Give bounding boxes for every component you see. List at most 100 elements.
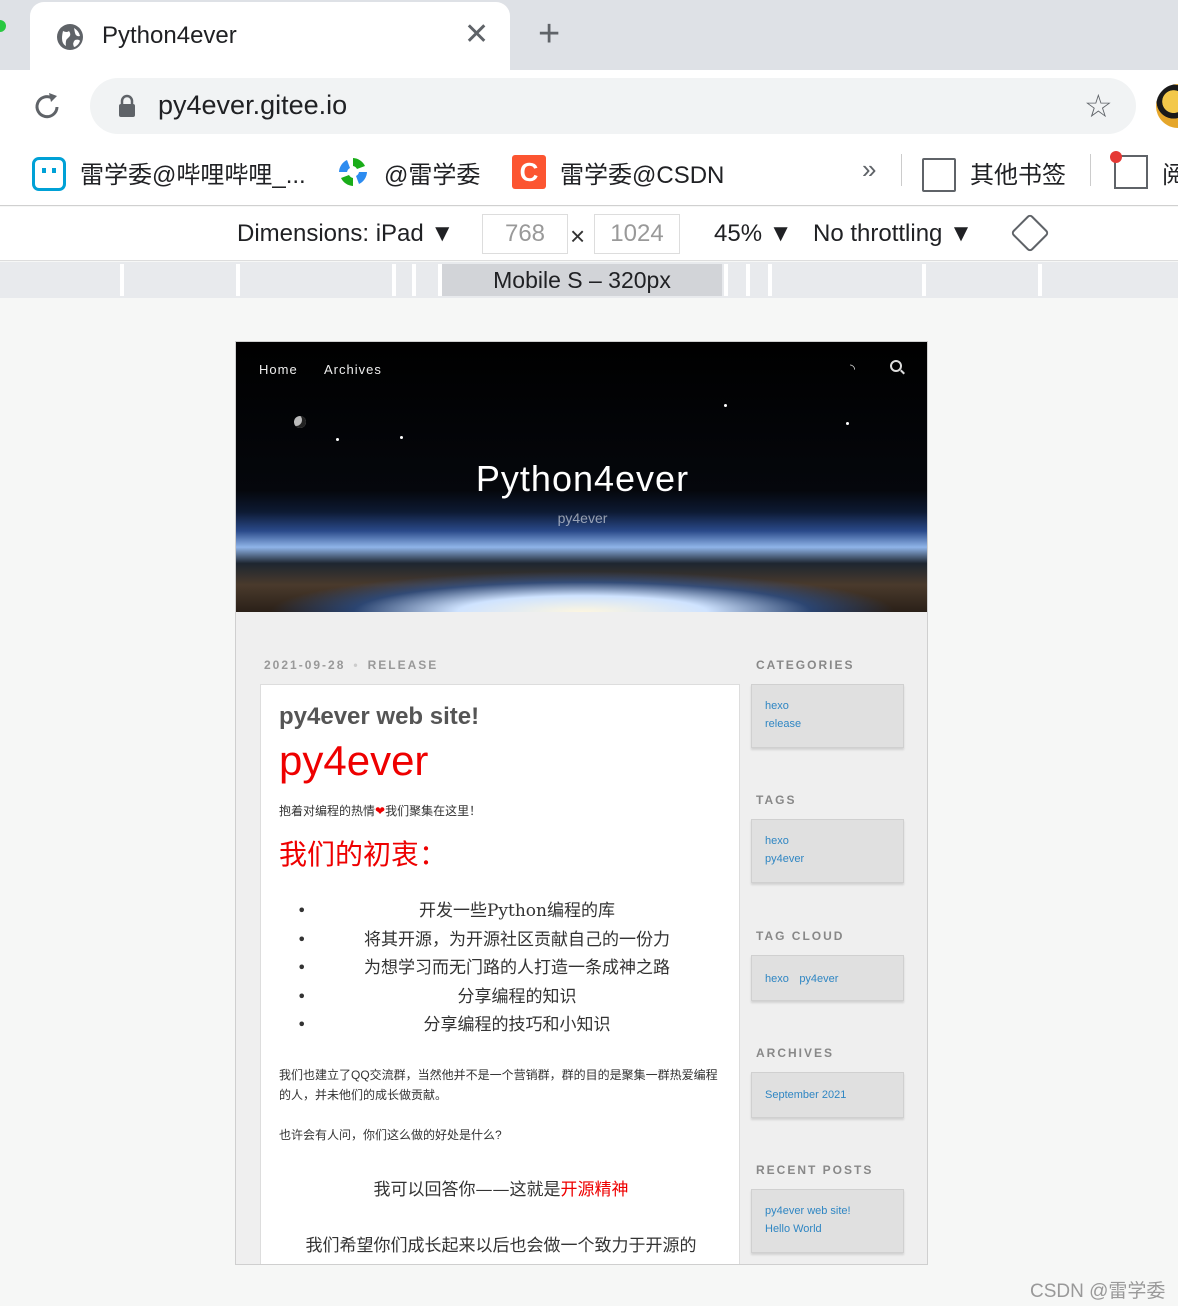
answer-highlight: 开源精神 [560,1180,629,1200]
media-query-marker[interactable] [120,264,124,296]
reading-list-label: 阅 [1162,161,1178,189]
tag-cloud-link[interactable]: hexo [765,973,789,985]
url-text[interactable]: py4ever.gitee.io [158,90,347,121]
category-link[interactable]: hexo [765,697,890,715]
bilibili-icon [32,157,66,191]
width-input[interactable]: 768 [482,214,568,254]
rss-icon[interactable]: ◝ [850,361,855,377]
star [400,436,403,439]
list-item: 开发一些Python编程的库 [297,897,737,926]
tag-cloud-link[interactable]: py4ever [799,973,838,985]
folder-icon [922,158,956,192]
post-category[interactable]: RELEASE [368,658,439,672]
notification-dot [1110,151,1122,163]
tag-link[interactable]: py4ever [765,850,890,868]
other-bookmarks[interactable]: 其他书签 [922,154,1066,192]
lock-icon[interactable] [118,94,136,118]
star [336,438,339,441]
window-maximize-button[interactable] [0,20,6,32]
media-query-marker[interactable] [392,264,396,296]
address-bar[interactable]: py4ever.gitee.io ☆ [90,78,1136,134]
media-query-marker[interactable] [1038,264,1042,296]
close-tab-icon[interactable]: ✕ [464,20,489,50]
header-banner: Home Archives ◝ Python4ever py4ever [236,342,927,612]
tags-widget: hexo py4ever [751,819,904,883]
recent-posts-widget: py4ever web site! Hello World [751,1189,904,1253]
list-item: 分享编程的技巧和小知识 [297,1011,737,1040]
profile-avatar[interactable] [1156,84,1178,128]
bookmark-label: 雷学委@哔哩哔哩_... [80,161,306,189]
recent-post-link[interactable]: py4ever web site! [765,1202,890,1220]
bookmark-label: @雷学委 [384,161,481,189]
watermark: CSDN @雷学委 [1030,1281,1166,1302]
nav-home[interactable]: Home [259,362,298,377]
recent-post-link[interactable]: Hello World [765,1220,890,1238]
globe-icon [57,24,83,50]
other-bookmarks-label: 其他书签 [970,161,1066,189]
post-title[interactable]: py4ever web site! [279,703,479,731]
widget-title-archives: ARCHIVES [756,1046,835,1060]
heart-icon: ❤ [375,804,386,818]
list-item: 将其开源，为开源社区贡献自己的一份力 [297,926,737,955]
bookmark-wechat[interactable]: @雷学委 [336,154,480,190]
archive-link[interactable]: September 2021 [765,1086,890,1104]
bookmark-csdn[interactable]: C 雷学委@CSDN [512,154,724,190]
site-title[interactable]: Python4ever [236,458,927,500]
media-query-marker[interactable] [724,264,728,296]
post-intro: 抱着对编程的热情❤我们聚集在这里！ [279,802,481,819]
tab-strip: Python4ever ✕ + [0,0,1178,70]
media-query-marker[interactable] [922,264,926,296]
dimensions-dropdown[interactable]: Dimensions: iPad ▼ [237,220,454,248]
browser-tab[interactable]: Python4ever ✕ [30,2,510,70]
post-heading: py4ever [279,737,429,784]
browser-toolbar: py4ever.gitee.io ☆ [0,70,1178,140]
media-query-marker[interactable] [746,264,750,296]
list-item: 为想学习而无门路的人打造一条成神之路 [297,954,737,983]
zoom-dropdown[interactable]: 45% ▼ [714,220,792,248]
widget-title-categories: CATEGORIES [756,658,855,672]
throttling-dropdown[interactable]: No throttling ▼ [813,220,973,248]
reading-list-icon [1110,151,1148,189]
media-query-marker[interactable] [412,264,416,296]
post-date[interactable]: 2021-09-28 [264,658,345,672]
tag-cloud-widget: hexo py4ever [751,955,904,1001]
list-item: 分享编程的知识 [297,983,737,1012]
new-tab-icon[interactable]: + [538,14,560,54]
post-article: py4ever web site! py4ever 抱着对编程的热情❤我们聚集在… [260,684,740,1264]
section-heading: 我们的初衷： [279,839,448,870]
star [724,404,727,407]
paragraph: 我们希望你们成长起来以后也会做一个致力于开源的 [305,1236,697,1256]
bookmarks-bar: 雷学委@哔哩哔哩_... @雷学委 C 雷学委@CSDN » 其他书签 阅 [0,140,1178,206]
widget-title-recent-posts: RECENT POSTS [756,1163,874,1177]
intro-text: 我们聚集在这里！ [385,804,482,818]
tag-link[interactable]: hexo [765,832,890,850]
site-subtitle: py4ever [557,510,608,526]
bookmark-bilibili[interactable]: 雷学委@哔哩哔哩_... [32,154,306,191]
meta-separator: • [353,658,360,672]
search-icon[interactable] [890,360,902,372]
star [846,422,849,425]
media-query-mobile-s[interactable]: Mobile S – 320px [442,264,722,296]
nav-archives[interactable]: Archives [324,362,382,377]
rotate-icon[interactable] [1010,213,1050,253]
widget-title-tag-cloud: TAG CLOUD [756,929,845,943]
categories-widget: hexo release [751,684,904,748]
archives-widget: September 2021 [751,1072,904,1118]
bookmark-label: 雷学委@CSDN [560,161,725,189]
widget-title-tags: TAGS [756,793,797,807]
category-link[interactable]: release [765,715,890,733]
csdn-icon: C [512,155,546,189]
reading-list[interactable]: 阅 [1110,151,1178,190]
media-query-marker[interactable] [768,264,772,296]
answer-text: 我可以回答你——这就是 [373,1180,561,1200]
more-bookmarks-icon[interactable]: » [862,154,876,185]
bookmark-star-icon[interactable]: ☆ [1084,90,1113,122]
height-input[interactable]: 1024 [594,214,680,254]
paragraph: 我们也建立了QQ交流群，当然他并不是一个营销群，群的目的是聚集一群热爱编程的人，… [279,1068,718,1102]
answer-line: 我可以回答你——这就是开源精神 [261,1175,739,1200]
paragraph: 也许会有人问，你们这么做的好处是什么? [279,1128,502,1142]
reload-icon[interactable] [30,90,64,124]
moon [294,416,306,428]
divider [1090,154,1091,186]
media-query-marker[interactable] [236,264,240,296]
